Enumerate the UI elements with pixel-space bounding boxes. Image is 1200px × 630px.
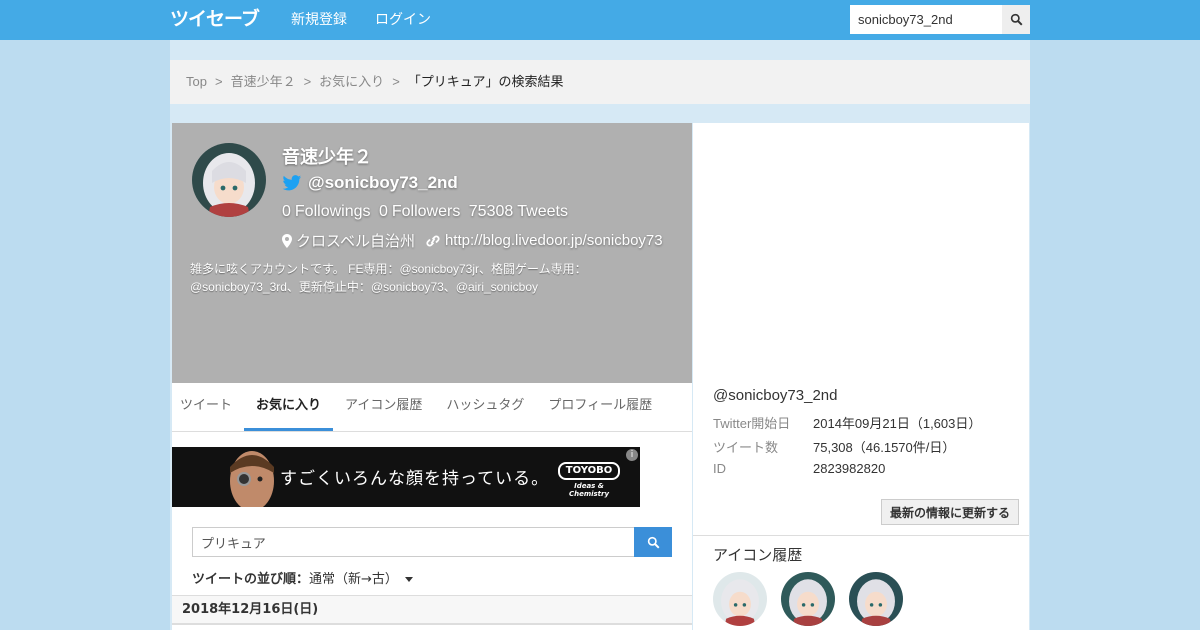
profile-stats: 0 Followings 0 Followers 75308 Tweets xyxy=(282,203,572,221)
favorites-search-input[interactable] xyxy=(192,527,635,557)
sort-value: 通常（新→古） xyxy=(309,572,398,587)
icon-history-avatar[interactable] xyxy=(781,572,835,626)
breadcrumb-current: 「プリキュア」の検索結果 xyxy=(407,74,564,89)
breadcrumb-favorites[interactable]: お気に入り xyxy=(319,74,384,89)
profile-name: 音速少年２ xyxy=(282,147,372,168)
main-container: Top > 音速少年２ > お気に入り > 「プリキュア」の検索結果 音速少年２ @soni… xyxy=(170,40,1030,630)
profile-handle-text: @sonicboy73_2nd xyxy=(308,173,458,192)
login-link[interactable]: ログイン xyxy=(375,11,431,29)
profile-header: 音速少年２ @sonicboy73_2nd 0 Followings 0 Follo… xyxy=(172,123,692,383)
favorites-search-button[interactable] xyxy=(634,527,672,557)
icon-history-avatar[interactable] xyxy=(713,572,767,626)
profile-avatar[interactable] xyxy=(192,143,266,217)
map-marker-icon xyxy=(282,233,292,248)
caret-down-icon xyxy=(405,577,414,582)
sort-label: ツイートの並び順： xyxy=(192,572,310,587)
sidebar-row-key: ツイート数 xyxy=(713,440,779,455)
user-search-button[interactable] xyxy=(1002,5,1030,34)
breadcrumb-user[interactable]: 音速少年２ xyxy=(231,74,296,89)
ad-brand: TOYOBO Ideas & Chemistry xyxy=(558,462,620,498)
sort-order[interactable]: ツイートの並び順：通常（新→古） xyxy=(192,568,414,587)
followings-count: 0 xyxy=(282,203,291,220)
tab-favorites[interactable]: お気に入り xyxy=(244,383,334,431)
profile-url[interactable]: http://blog.livedoor.jp/sonicboy73 xyxy=(445,232,663,249)
profile-location-row: クロスベル自治州 http://blog.livedoor.jp/sonicbo… xyxy=(282,230,663,251)
profile-sidebar: @sonicboy73_2nd Twitter開始日 2014年09月21日（1,… xyxy=(693,123,1029,630)
followers-label: Followers xyxy=(391,203,461,220)
tab-icon-history[interactable]: アイコン履歴 xyxy=(333,383,434,431)
sidebar-row-value: 2823982820 xyxy=(813,461,886,476)
icon-history-title: アイコン履歴 xyxy=(713,546,803,564)
search-icon xyxy=(1010,13,1022,26)
favorites-content: すごくいろんな顔を持っている。 TOYOBO Ideas & Chemistry… xyxy=(172,432,692,630)
sidebar-row-id: ID 2823982820 xyxy=(713,461,885,476)
breadcrumb: Top > 音速少年２ > お気に入り > 「プリキュア」の検索結果 xyxy=(170,60,1030,104)
sidebar-handle: @sonicboy73_2nd xyxy=(713,387,838,404)
site-logo[interactable]: ツイセーブ xyxy=(170,7,260,31)
tab-profile-history[interactable]: プロフィール履歴 xyxy=(536,383,664,431)
signup-link[interactable]: 新規登録 xyxy=(291,11,347,29)
profile-location: クロスベル自治州 xyxy=(296,233,415,250)
sidebar-row-key: ID xyxy=(713,461,726,476)
profile-tabs: ツイート お気に入り アイコン履歴 ハッシュタグ プロフィール履歴 xyxy=(172,383,692,432)
ad-text: すごくいろんな顔を持っている。 xyxy=(280,469,550,489)
followers-count: 0 xyxy=(378,203,388,220)
profile-bio: 雑多に呟くアカウントです。 FE専用：@sonicboy73jr、格闘ゲーム専用… xyxy=(190,262,587,294)
ad-info-icon[interactable]: i xyxy=(626,449,638,461)
date-header: 2018年12月16日(日) xyxy=(172,595,692,625)
breadcrumb-sep: > xyxy=(303,74,312,89)
ad-brand-name: TOYOBO xyxy=(558,462,620,480)
profile-handle[interactable]: @sonicboy73_2nd xyxy=(282,173,458,193)
breadcrumb-sep: > xyxy=(392,74,400,89)
breadcrumb-sep: > xyxy=(214,74,223,89)
sidebar-row-key: Twitter開始日 xyxy=(713,416,791,431)
icon-history-avatar[interactable] xyxy=(849,572,903,626)
breadcrumb-top[interactable]: Top xyxy=(186,74,207,89)
search-icon xyxy=(647,536,659,548)
ad-banner[interactable]: すごくいろんな顔を持っている。 TOYOBO Ideas & Chemistry… xyxy=(172,447,640,507)
ad-brand-sub: Ideas & Chemistry xyxy=(568,482,610,498)
top-navbar: ツイセーブ 新規登録 ログイン xyxy=(0,0,1200,40)
sidebar-row-tweet-count: ツイート数 75,308（46.1570件/日） xyxy=(713,437,955,456)
tweets-count: 75308 xyxy=(468,203,514,220)
link-icon xyxy=(426,235,440,246)
tab-tweets[interactable]: ツイート xyxy=(172,383,244,431)
sidebar-row-value: 75,308（46.1570件/日） xyxy=(813,440,956,455)
sidebar-divider xyxy=(693,535,1029,536)
twitter-bird-icon xyxy=(282,174,302,190)
tab-hashtags[interactable]: ハッシュタグ xyxy=(434,383,536,431)
sidebar-row-start-date: Twitter開始日 2014年09月21日（1,603日） xyxy=(713,413,981,432)
tweets-label: Tweets xyxy=(517,203,568,220)
followings-label: Followings xyxy=(294,203,371,220)
user-search-input[interactable] xyxy=(850,5,1002,34)
sidebar-row-value: 2014年09月21日（1,603日） xyxy=(813,416,982,431)
refresh-info-button[interactable]: 最新の情報に更新する xyxy=(881,499,1019,525)
